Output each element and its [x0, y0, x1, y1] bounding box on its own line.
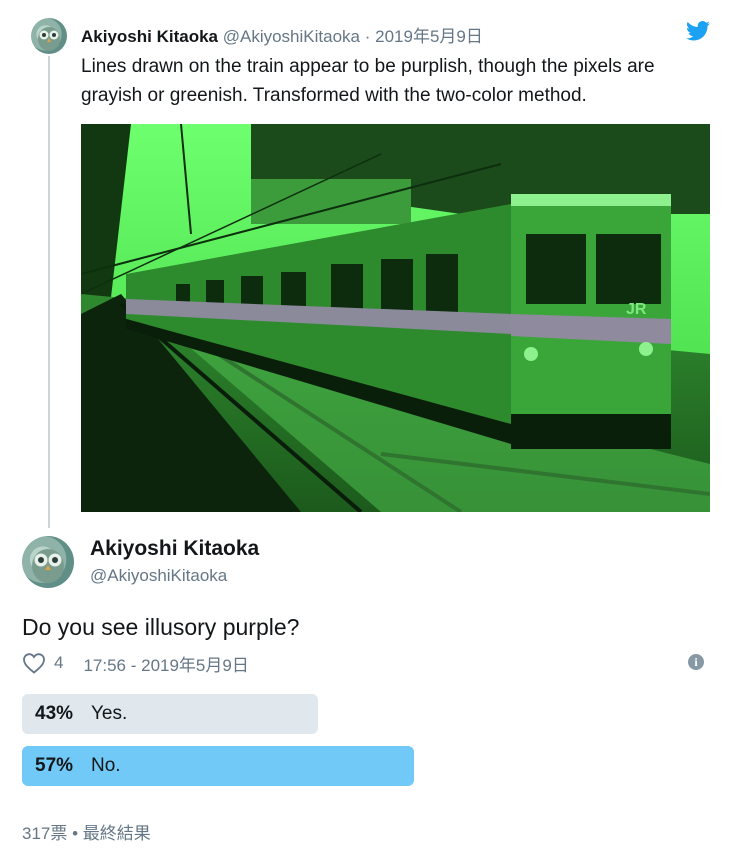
poll-vote-summary: 317票 • 最終結果	[22, 824, 151, 843]
quoted-tweet-text: Lines drawn on the train appear to be pu…	[81, 56, 655, 106]
tweet-meta: 4 17:56 - 2019年5月9日	[22, 651, 249, 675]
poll-percent: 57%	[35, 755, 74, 776]
owl-avatar-icon	[32, 549, 64, 583]
train-photo-image: JR	[81, 124, 710, 512]
avatar[interactable]	[22, 536, 74, 588]
author-name[interactable]: Akiyoshi Kitaoka	[81, 27, 218, 46]
heart-icon[interactable]	[22, 652, 46, 674]
avatar[interactable]	[31, 18, 67, 54]
poll-label: No.	[91, 755, 121, 776]
like-count[interactable]: 4	[54, 653, 63, 673]
poll-option-yes: 43% Yes.	[22, 694, 318, 734]
twitter-bird-icon[interactable]	[686, 21, 710, 41]
thread-connector-line	[48, 56, 50, 528]
info-icon[interactable]: i	[688, 654, 704, 670]
author-handle[interactable]: @AkiyoshiKitaoka	[90, 566, 227, 586]
author-name[interactable]: Akiyoshi Kitaoka	[90, 537, 259, 561]
owl-avatar-icon	[38, 27, 60, 51]
poll-label: Yes.	[91, 703, 128, 724]
tweet-text: Do you see illusory purple?	[22, 614, 300, 640]
tweet-photo[interactable]: JR	[81, 124, 710, 512]
svg-text:JR: JR	[626, 301, 647, 318]
tweet-timestamp[interactable]: 17:56 - 2019年5月9日	[83, 651, 248, 676]
poll-percent: 43%	[35, 703, 74, 724]
separator-dot: ·	[364, 27, 371, 46]
poll-option-no: 57% No.	[22, 746, 414, 786]
author-handle[interactable]: @AkiyoshiKitaoka	[223, 27, 360, 46]
quoted-tweet-header: Akiyoshi Kitaoka @AkiyoshiKitaoka · 2019…	[81, 22, 483, 47]
tweet-date[interactable]: 2019年5月9日	[375, 27, 483, 46]
